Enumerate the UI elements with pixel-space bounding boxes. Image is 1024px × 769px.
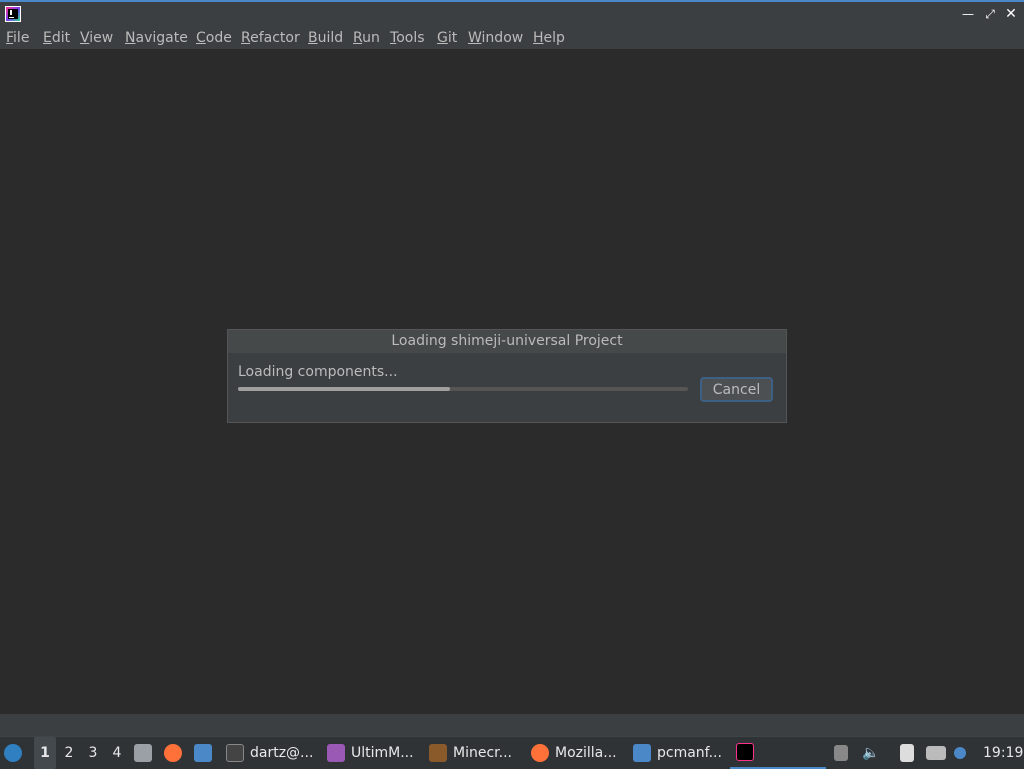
tray-arrow-icon[interactable]: [834, 737, 848, 769]
minimize-icon[interactable]: —: [958, 4, 978, 24]
ide-status-bar: [0, 714, 1024, 736]
task-intellij[interactable]: [730, 737, 826, 769]
loading-status-text: Loading components...: [238, 364, 398, 380]
taskbar: 1 2 3 4 dartz@... UltimM... Minecr... Mo…: [0, 736, 1024, 769]
desktop-1[interactable]: 1: [34, 737, 56, 769]
progress-bar-fill: [238, 387, 450, 391]
firefox-launcher-icon[interactable]: [164, 737, 182, 769]
task-media-player[interactable]: UltimM...: [327, 737, 414, 769]
menu-edit[interactable]: Edit: [43, 29, 70, 47]
intellij-icon: [736, 743, 754, 761]
notification-icon[interactable]: [954, 737, 966, 769]
menu-refactor[interactable]: Refactor: [241, 29, 300, 47]
menu-run[interactable]: Run: [353, 29, 380, 47]
desktop-4[interactable]: 4: [106, 737, 128, 769]
close-icon[interactable]: ✕: [1001, 4, 1021, 24]
window-titlebar: — ⤢ ✕: [0, 0, 1024, 27]
task-minecraft[interactable]: Minecr...: [429, 737, 512, 769]
menu-view[interactable]: View: [80, 29, 113, 47]
start-menu-icon[interactable]: [4, 737, 22, 769]
cancel-button[interactable]: Cancel: [700, 377, 773, 402]
desktop-3[interactable]: 3: [82, 737, 104, 769]
media-player-icon: [327, 744, 345, 762]
menu-help[interactable]: Help: [533, 29, 565, 47]
maximize-icon[interactable]: ⤢: [980, 4, 1000, 24]
clock: 19:19: [983, 745, 1024, 761]
menu-bar: File Edit View Navigate Code Refactor Bu…: [0, 27, 1024, 49]
menu-navigate[interactable]: Navigate: [125, 29, 188, 47]
file-manager-launcher-icon[interactable]: [134, 737, 152, 769]
intellij-app-icon: [5, 6, 21, 22]
menu-build[interactable]: Build: [308, 29, 343, 47]
folder-icon: [633, 744, 651, 762]
terminal-icon: [226, 744, 244, 762]
task-terminal[interactable]: dartz@...: [226, 737, 313, 769]
clipboard-icon[interactable]: [900, 737, 914, 769]
loading-project-dialog: Loading shimeji-universal Project Loadin…: [227, 329, 787, 423]
network-icon[interactable]: [926, 737, 946, 769]
dialog-title: Loading shimeji-universal Project: [228, 330, 786, 353]
menu-git[interactable]: Git: [437, 29, 457, 47]
firefox-icon: [531, 744, 549, 762]
task-firefox[interactable]: Mozilla...: [531, 737, 617, 769]
volume-icon[interactable]: 🔈: [862, 737, 879, 769]
menu-window[interactable]: Window: [468, 29, 523, 47]
menu-code[interactable]: Code: [196, 29, 232, 47]
desktop-launcher-icon[interactable]: [194, 737, 212, 769]
desktop-2[interactable]: 2: [58, 737, 80, 769]
menu-file[interactable]: File: [6, 29, 29, 47]
menu-tools[interactable]: Tools: [390, 29, 425, 47]
minecraft-icon: [429, 744, 447, 762]
progress-bar: [238, 387, 688, 391]
task-pcmanfm[interactable]: pcmanf...: [633, 737, 722, 769]
